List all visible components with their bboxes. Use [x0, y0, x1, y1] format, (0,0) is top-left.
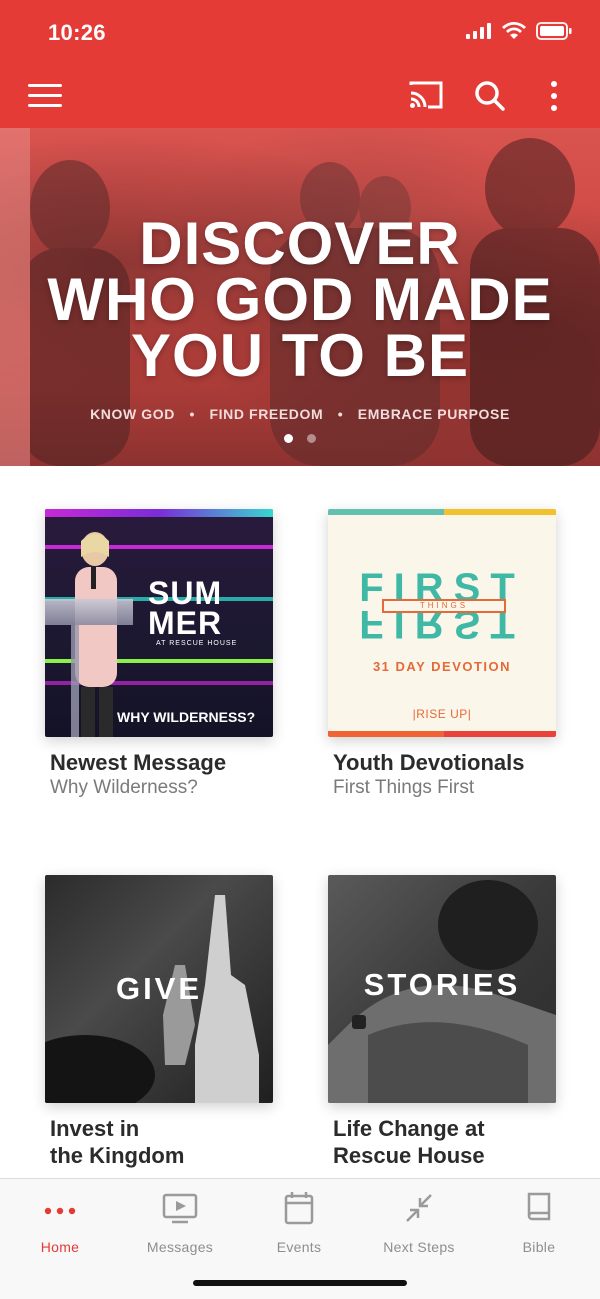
give-artwork: GIVE: [45, 875, 273, 1103]
wifi-icon: [502, 22, 526, 39]
hero-title-line2: WHO GOD MADE: [47, 266, 553, 333]
card-subtitle: First Things First: [333, 777, 475, 798]
tab-label: Events: [276, 1239, 322, 1255]
card-title-line1: Life Change at: [333, 1116, 485, 1141]
menu-button[interactable]: [28, 80, 62, 110]
card-title: Invest in the Kingdom: [50, 1115, 290, 1169]
speaker-figure: [75, 532, 117, 737]
arrows-icon: [406, 1194, 432, 1222]
home-dots-icon: [44, 1207, 76, 1215]
card-subtitle: Why Wilderness?: [50, 777, 198, 798]
card-newest-message[interactable]: SUM MER AT RESCUE HOUSE WHY WILDERNESS? …: [45, 509, 285, 809]
card-title-line2: Rescue House: [333, 1143, 485, 1168]
hero-tag-embrace-purpose: EMBRACE PURPOSE: [357, 406, 510, 422]
hero-tag-know-god: KNOW GOD: [90, 406, 175, 422]
more-options-button[interactable]: [546, 80, 562, 112]
play-screen-icon: [162, 1193, 198, 1224]
card-title: Life Change at Rescue House: [333, 1115, 573, 1169]
tab-bible[interactable]: Bible: [479, 1187, 599, 1257]
things-label: THINGS: [382, 599, 506, 613]
card-youth-devotionals[interactable]: FIRST FIRST THINGS 31 DAY DEVOTION |RISE…: [328, 509, 568, 809]
more-vert-icon: [551, 81, 557, 111]
hero-tagline: KNOW GOD • FIND FREEDOM • EMBRACE PURPOS…: [0, 406, 600, 422]
hero-tag-separator: •: [337, 406, 344, 422]
summer-word-mer: MER: [148, 605, 223, 641]
card-title: Newest Message: [50, 750, 227, 775]
search-button[interactable]: [474, 80, 506, 112]
card-title: Youth Devotionals: [333, 750, 525, 775]
home-indicator[interactable]: [193, 1280, 407, 1286]
card-invest-in-the-kingdom[interactable]: GIVE Invest in the Kingdom: [45, 875, 285, 1175]
give-word: GIVE: [115, 971, 203, 1006]
pager-dot-active[interactable]: [284, 434, 293, 443]
app-screen: 10:26 DISCOVER WHO GOD MADE YOU TO BE KN…: [0, 0, 600, 1299]
tab-events[interactable]: Events: [239, 1187, 359, 1257]
card-life-change[interactable]: STORIES Life Change at Rescue House: [328, 875, 568, 1175]
status-icons: [466, 22, 572, 40]
hero-title-line1: DISCOVER: [139, 210, 461, 277]
youth-devotionals-artwork: FIRST FIRST THINGS 31 DAY DEVOTION |RISE…: [328, 509, 556, 737]
hero-title: DISCOVER WHO GOD MADE YOU TO BE: [0, 210, 600, 389]
signal-icon: [466, 23, 491, 39]
tab-label: Home: [40, 1239, 80, 1255]
tab-label: Bible: [522, 1239, 556, 1255]
battery-icon: [536, 22, 572, 40]
cast-button[interactable]: [408, 80, 444, 110]
book-icon: [527, 1192, 551, 1221]
hero-banner[interactable]: DISCOVER WHO GOD MADE YOU TO BE KNOW GOD…: [0, 128, 600, 466]
hero-pager[interactable]: [284, 434, 316, 443]
hero-tag-separator: •: [189, 406, 195, 422]
search-icon: [475, 81, 505, 111]
rise-up-logo: |RISE UP|: [412, 707, 472, 721]
tab-label: Messages: [146, 1239, 214, 1255]
hero-title-line3: YOU TO BE: [131, 322, 469, 389]
calendar-icon: [284, 1192, 314, 1225]
tab-messages[interactable]: Messages: [120, 1187, 240, 1257]
status-time: 10:26: [48, 20, 106, 45]
card-title-line1: Invest in: [50, 1116, 140, 1141]
stories-artwork: STORIES: [328, 875, 556, 1103]
tab-home[interactable]: Home: [0, 1187, 120, 1257]
devotion-label: 31 DAY DEVOTION: [372, 659, 512, 674]
stories-word: STORIES: [363, 967, 521, 1002]
pager-dot[interactable]: [307, 434, 316, 443]
app-bar: 10:26: [0, 0, 600, 128]
newest-message-artwork: SUM MER AT RESCUE HOUSE WHY WILDERNESS?: [45, 509, 273, 737]
summer-caption: WHY WILDERNESS?: [117, 709, 256, 725]
card-title-line2: the Kingdom: [50, 1143, 185, 1168]
tab-next-steps[interactable]: Next Steps: [359, 1187, 479, 1257]
cast-icon: [409, 81, 443, 109]
hero-tag-find-freedom: FIND FREEDOM: [209, 406, 324, 422]
summer-subtitle: AT RESCUE HOUSE: [156, 640, 238, 647]
tab-label: Next Steps: [383, 1239, 455, 1255]
